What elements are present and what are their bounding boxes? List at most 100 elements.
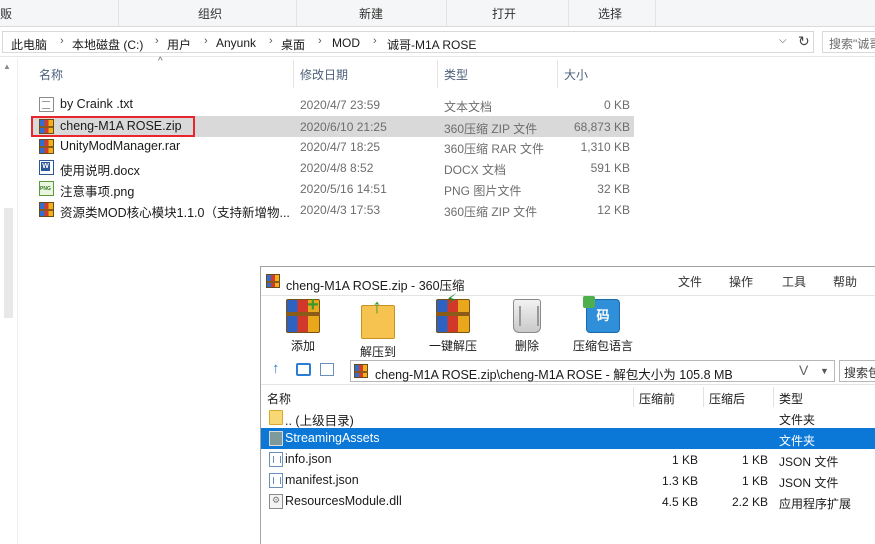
column-header-type[interactable]: 类型 bbox=[779, 390, 803, 407]
refresh-icon[interactable]: ↻ bbox=[798, 33, 810, 50]
path-history-chevron-icon[interactable]: V bbox=[799, 362, 808, 378]
ribbon-divider bbox=[118, 0, 119, 26]
nav-pane-scrollbar[interactable] bbox=[4, 208, 13, 318]
one-click-extract-button[interactable]: 一键解压 bbox=[426, 290, 480, 354]
breadcrumb-this-pc[interactable]: 此电脑 bbox=[11, 36, 47, 53]
entry-size-after: 2.2 KB bbox=[731, 495, 768, 509]
file-size: 12 KB bbox=[597, 203, 630, 217]
column-divider[interactable] bbox=[703, 387, 704, 407]
zip-archive-icon bbox=[39, 202, 54, 217]
breadcrumb-separator-icon[interactable]: › bbox=[373, 35, 377, 47]
path-dropdown-icon[interactable]: ▼ bbox=[815, 360, 835, 382]
sort-ascending-icon: ^ bbox=[158, 56, 163, 67]
go-up-arrow-icon[interactable]: ↑ bbox=[272, 360, 280, 377]
file-name: 资源类MOD核心模块1.1.0（支持新增物... bbox=[60, 206, 290, 220]
file-name: 注意事项.png bbox=[60, 185, 135, 199]
zip-path-bar[interactable]: cheng-M1A ROSE.zip\cheng-M1A ROSE - 解包大小… bbox=[350, 360, 835, 382]
file-type: PNG 图片文件 bbox=[444, 184, 522, 198]
extract-to-button[interactable]: 解压到 bbox=[356, 296, 400, 360]
breadcrumb-separator-icon[interactable]: › bbox=[269, 35, 273, 47]
toolbar-label: 一键解压 bbox=[428, 339, 477, 353]
file-row[interactable]: by Craink .txt 2020/4/7 23:59 文本文档 0 KB bbox=[32, 94, 634, 115]
column-header-name[interactable]: 名称 bbox=[39, 66, 63, 83]
column-divider[interactable] bbox=[557, 60, 558, 88]
column-divider[interactable] bbox=[293, 60, 294, 88]
file-row[interactable]: 资源类MOD核心模块1.1.0（支持新增物... 2020/4/3 17:53 … bbox=[32, 199, 634, 220]
scroll-up-arrow-icon[interactable]: ▲ bbox=[3, 62, 11, 71]
add-to-archive-icon bbox=[286, 294, 320, 333]
explorer-search-input[interactable]: 搜索"诚哥 bbox=[822, 31, 875, 53]
ribbon-group-new[interactable]: 新建 bbox=[359, 5, 383, 22]
entry-size-after: 1 KB bbox=[741, 474, 768, 488]
column-header-date[interactable]: 修改日期 bbox=[300, 66, 348, 83]
parent-folder-icon bbox=[269, 410, 283, 425]
png-image-icon bbox=[39, 181, 54, 196]
breadcrumb-current-folder[interactable]: 诚哥-M1A ROSE bbox=[387, 36, 476, 53]
zip-search-input[interactable]: 搜索包 bbox=[839, 360, 875, 382]
zip-list-item[interactable]: ResourcesModule.dll 4.5 KB 2.2 KB 应用程序扩展 bbox=[261, 491, 875, 512]
entry-size-after: 1 KB bbox=[741, 453, 768, 467]
breadcrumb-separator-icon[interactable]: › bbox=[155, 35, 159, 47]
ribbon-group-organize[interactable]: 组织 bbox=[198, 5, 222, 22]
zip-list-item[interactable]: .. (上级目录) 文件夹 bbox=[261, 407, 875, 428]
entry-type: 文件夹 bbox=[779, 434, 816, 448]
menu-tools[interactable]: 工具 bbox=[782, 273, 806, 290]
zip-list-item-selected[interactable]: StreamingAssets 文件夹 bbox=[261, 428, 875, 449]
breadcrumb-mod[interactable]: MOD bbox=[332, 36, 360, 50]
breadcrumb-separator-icon[interactable]: › bbox=[318, 35, 322, 47]
file-size: 0 KB bbox=[603, 98, 630, 112]
zip-list-item[interactable]: info.json 1 KB 1 KB JSON 文件 bbox=[261, 449, 875, 470]
column-header-size[interactable]: 大小 bbox=[564, 66, 588, 83]
address-bar[interactable]: 此电脑 › 本地磁盘 (C:) › 用户 › Anyunk › 桌面 › MOD… bbox=[2, 31, 814, 53]
file-type: 文本文档 bbox=[444, 100, 493, 114]
breadcrumb-separator-icon[interactable]: › bbox=[60, 35, 64, 47]
ribbon-group-open[interactable]: 打开 bbox=[492, 5, 516, 22]
add-button[interactable]: 添加 bbox=[283, 294, 323, 354]
zip-title-bar[interactable]: cheng-M1A ROSE.zip - 360压缩 文件 操作 工具 帮助 bbox=[261, 267, 875, 296]
json-file-icon bbox=[269, 452, 283, 467]
breadcrumb-local-disk[interactable]: 本地磁盘 (C:) bbox=[72, 36, 143, 53]
column-header-packed-after[interactable]: 压缩后 bbox=[709, 390, 745, 407]
column-header-type[interactable]: 类型 bbox=[444, 66, 468, 83]
entry-size-before: 4.5 KB bbox=[661, 495, 698, 509]
zip-window-title: cheng-M1A ROSE.zip - 360压缩 bbox=[286, 279, 465, 293]
file-type: 360压缩 RAR 文件 bbox=[444, 142, 545, 156]
entry-size-before: 1 KB bbox=[671, 453, 698, 467]
delete-button[interactable]: 删除 bbox=[509, 299, 545, 354]
file-date: 2020/4/3 17:53 bbox=[300, 203, 381, 217]
breadcrumb-separator-icon[interactable]: › bbox=[204, 35, 208, 47]
zip-path-text: cheng-M1A ROSE.zip\cheng-M1A ROSE - 解包大小… bbox=[375, 368, 733, 382]
breadcrumb-desktop[interactable]: 桌面 bbox=[281, 36, 305, 53]
folder-tree-icon[interactable] bbox=[320, 363, 334, 376]
column-header-name[interactable]: 名称 bbox=[267, 390, 291, 407]
view-mode-icon[interactable] bbox=[296, 363, 311, 376]
menu-operate[interactable]: 操作 bbox=[729, 273, 753, 290]
column-divider[interactable] bbox=[633, 387, 634, 407]
file-name: 使用说明.docx bbox=[60, 164, 140, 178]
archive-language-button[interactable]: 码 压缩包语言 bbox=[571, 296, 635, 354]
breadcrumb-users[interactable]: 用户 bbox=[167, 36, 191, 53]
file-row[interactable]: UnityModManager.rar 2020/4/7 18:25 360压缩… bbox=[32, 136, 634, 157]
column-divider[interactable] bbox=[437, 60, 438, 88]
ribbon-divider bbox=[296, 0, 297, 26]
column-divider[interactable] bbox=[773, 387, 774, 407]
extract-to-icon bbox=[361, 296, 395, 339]
zip-toolbar: 添加 解压到 一键解压 删除 码 压缩包语言 bbox=[261, 290, 875, 359]
breadcrumb-anyunk[interactable]: Anyunk bbox=[216, 36, 256, 50]
file-date: 2020/4/7 23:59 bbox=[300, 98, 381, 112]
file-row[interactable]: 使用说明.docx 2020/4/8 8:52 DOCX 文档 591 KB bbox=[32, 157, 634, 178]
file-size: 32 KB bbox=[597, 182, 630, 196]
rar-archive-icon bbox=[39, 139, 54, 154]
file-type: 360压缩 ZIP 文件 bbox=[444, 205, 538, 219]
column-header-packed-before[interactable]: 压缩前 bbox=[639, 390, 675, 407]
menu-help[interactable]: 帮助 bbox=[833, 273, 857, 290]
address-dropdown-icon[interactable]: ⌵ bbox=[779, 35, 787, 46]
ribbon-divider bbox=[446, 0, 447, 26]
toolbar-label: 添加 bbox=[290, 339, 315, 353]
zip-list-item[interactable]: manifest.json 1.3 KB 1 KB JSON 文件 bbox=[261, 470, 875, 491]
text-file-icon bbox=[39, 97, 54, 112]
file-row[interactable]: 注意事项.png 2020/5/16 14:51 PNG 图片文件 32 KB bbox=[32, 178, 634, 199]
menu-file[interactable]: 文件 bbox=[678, 273, 702, 290]
ribbon-group-select[interactable]: 选择 bbox=[598, 5, 622, 22]
ribbon-divider bbox=[655, 0, 656, 26]
